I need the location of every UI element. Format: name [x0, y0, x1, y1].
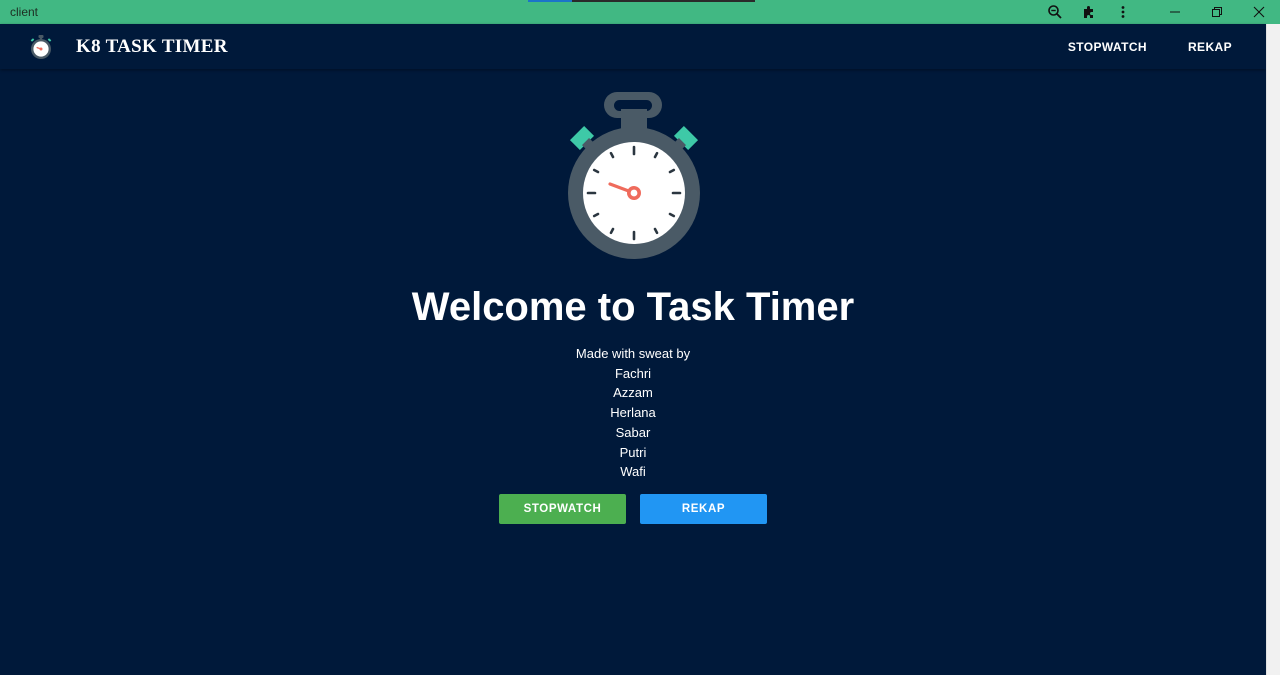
- credit-name: Wafi: [620, 464, 646, 480]
- app-header: K8 TASK TIMER STOPWATCH REKAP: [0, 24, 1266, 69]
- page-title: Welcome to Task Timer: [411, 285, 855, 329]
- tab-indicator-accent: [528, 0, 572, 2]
- browser-titlebar: client: [0, 0, 1280, 24]
- stopwatch-hero-icon: [568, 92, 700, 259]
- brand[interactable]: K8 TASK TIMER: [0, 34, 228, 60]
- action-buttons: STOPWATCH REKAP: [499, 494, 767, 524]
- stopwatch-logo-icon: [30, 34, 52, 59]
- restore-icon[interactable]: [1196, 0, 1238, 24]
- credits-block: Made with sweat by Fachri Azzam Herlana …: [0, 344, 1266, 482]
- vertical-scrollbar[interactable]: [1266, 24, 1280, 675]
- top-nav: STOPWATCH REKAP: [1027, 24, 1232, 69]
- minimize-icon[interactable]: [1154, 0, 1196, 24]
- credit-name: Sabar: [615, 424, 651, 440]
- tab-indicator: [528, 0, 755, 2]
- stopwatch-button[interactable]: STOPWATCH: [499, 494, 626, 524]
- credits-intro: Made with sweat by: [575, 346, 691, 361]
- nav-rekap-link[interactable]: REKAP: [1188, 40, 1232, 54]
- close-icon[interactable]: [1238, 0, 1280, 24]
- credit-name: Azzam: [613, 385, 653, 401]
- nav-stopwatch-link[interactable]: STOPWATCH: [1068, 40, 1147, 54]
- main-content: Welcome to Task Timer Made with sweat by…: [0, 69, 1266, 675]
- extension-icon[interactable]: [1072, 0, 1106, 24]
- credit-name: Fachri: [614, 365, 652, 381]
- zoom-out-icon[interactable]: [1038, 0, 1072, 24]
- more-vert-icon[interactable]: [1106, 0, 1140, 24]
- credit-name: Putri: [619, 444, 647, 460]
- rekap-button[interactable]: REKAP: [640, 494, 767, 524]
- credit-name: Herlana: [610, 405, 656, 421]
- app-name: K8 TASK TIMER: [76, 35, 228, 57]
- window-title: client: [10, 5, 39, 19]
- window-toolbar: [1038, 0, 1280, 24]
